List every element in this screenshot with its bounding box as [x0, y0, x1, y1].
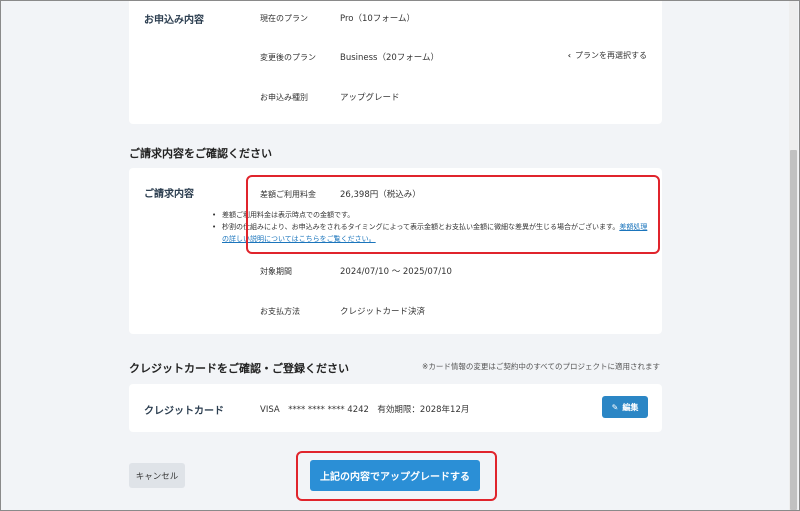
cancel-button[interactable]: キャンセル — [129, 463, 185, 488]
current-plan-label: 現在のプラン — [260, 14, 308, 23]
submit-highlight-box — [296, 451, 497, 501]
period-label: 対象期間 — [260, 267, 292, 276]
period-value: 2024/07/10 〜 2025/07/10 — [340, 267, 452, 277]
card-heading: クレジットカードをご確認・ご登録ください — [129, 362, 349, 375]
application-card: お申込み内容 現在のプラン Pro（10フォーム） 変更後のプラン Busine… — [129, 0, 662, 124]
reselect-plan-link[interactable]: ‹ プランを再選択する — [568, 50, 647, 61]
scrollbar-thumb[interactable] — [790, 150, 797, 510]
current-plan-value: Pro（10フォーム） — [340, 14, 416, 24]
new-plan-value: Business（20フォーム） — [340, 53, 440, 63]
reselect-plan-label: プランを再選択する — [575, 51, 647, 60]
application-type-value: アップグレード — [340, 93, 400, 103]
billing-section-label: ご請求内容 — [144, 189, 194, 200]
application-type-label: お申込み種別 — [260, 93, 308, 102]
fee-highlight-box — [246, 175, 660, 254]
credit-card-section-label: クレジットカード — [144, 406, 224, 417]
edit-button[interactable]: ✎ 編集 — [602, 396, 648, 418]
edit-label: 編集 — [622, 402, 639, 412]
chevron-left-icon: ‹ — [567, 51, 571, 60]
new-plan-label: 変更後のプラン — [260, 53, 316, 62]
pencil-icon: ✎ — [611, 402, 619, 412]
card-note: ※カード情報の変更はご契約中のすべてのプロジェクトに適用されます — [422, 362, 660, 371]
payment-method-value: クレジットカード決済 — [340, 307, 426, 317]
application-section-label: お申込み内容 — [144, 15, 204, 26]
credit-card-card: クレジットカード VISA **** **** **** 4242 有効期限：2… — [129, 384, 662, 432]
billing-heading: ご請求内容をご確認ください — [129, 147, 272, 160]
card-info: VISA **** **** **** 4242 有効期限：2028年12月 — [260, 405, 470, 415]
payment-method-label: お支払方法 — [260, 307, 300, 316]
